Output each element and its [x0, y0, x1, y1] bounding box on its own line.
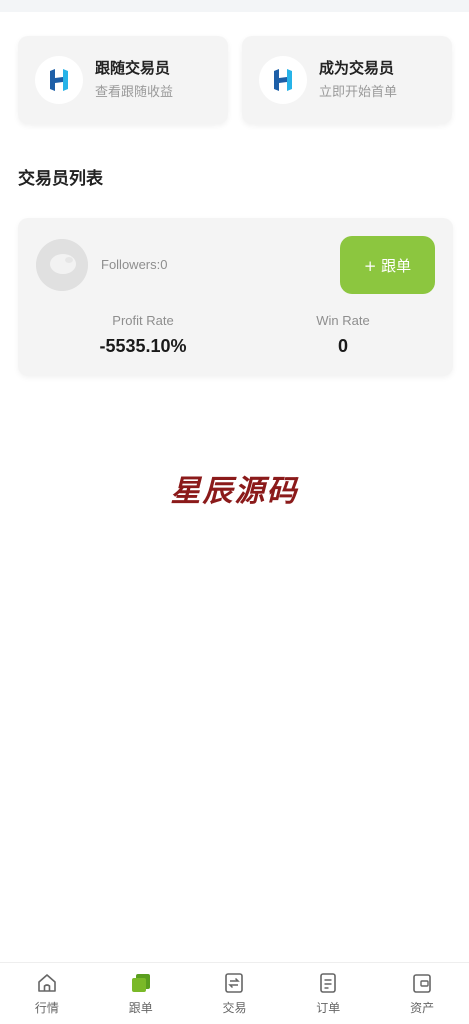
h-logo-icon [259, 56, 307, 104]
tab-trade-label: 交易 [222, 1001, 247, 1015]
bottom-tab-bar: 行情 跟单 交易 订单 资产 [0, 962, 469, 1024]
trader-list-title: 交易员列表 [18, 169, 103, 189]
profit-rate-value: -5535.10% [99, 336, 187, 356]
followers-count: Followers:0 [101, 257, 168, 272]
watermark-text: 星辰源码 [170, 474, 299, 509]
avatar [36, 239, 88, 291]
become-trader-subtitle: 立即开始首单 [319, 85, 398, 100]
copy-trade-icon [131, 974, 150, 992]
h-logo-icon [35, 56, 83, 104]
tab-orders[interactable]: 订单 [281, 963, 375, 1024]
profit-rate-stat: Profit Rate -5535.10% [68, 312, 218, 357]
exchange-icon [225, 973, 244, 993]
tab-copy-trade-label: 跟单 [128, 1001, 153, 1015]
follow-trader-subtitle: 查看跟随收益 [95, 85, 174, 100]
become-trader-title: 成为交易员 [319, 59, 395, 77]
home-icon [38, 974, 56, 992]
follow-button[interactable]: + 跟单 [340, 236, 435, 294]
become-trader-card[interactable]: 成为交易员 立即开始首单 [242, 36, 452, 124]
tab-assets-label: 资产 [410, 1001, 435, 1015]
tab-market[interactable]: 行情 [0, 963, 94, 1024]
follow-trader-card[interactable]: 跟随交易员 查看跟随收益 [18, 36, 228, 124]
tab-copy-trade[interactable]: 跟单 [94, 963, 188, 1024]
wallet-icon [413, 974, 431, 993]
profit-rate-label: Profit Rate [112, 313, 174, 328]
win-rate-value: 0 [337, 336, 348, 356]
win-rate-stat: Win Rate 0 [268, 312, 418, 357]
win-rate-label: Win Rate [316, 313, 370, 328]
tab-market-label: 行情 [34, 1001, 59, 1015]
tab-orders-label: 订单 [316, 1001, 341, 1015]
trader-card[interactable]: Followers:0 + 跟单 Profit Rate -5535.10% W… [18, 218, 453, 376]
tab-trade[interactable]: 交易 [188, 963, 282, 1024]
tab-assets[interactable]: 资产 [375, 963, 469, 1024]
status-strip [0, 0, 469, 12]
follow-trader-title: 跟随交易员 [95, 59, 171, 77]
order-icon [320, 973, 337, 993]
